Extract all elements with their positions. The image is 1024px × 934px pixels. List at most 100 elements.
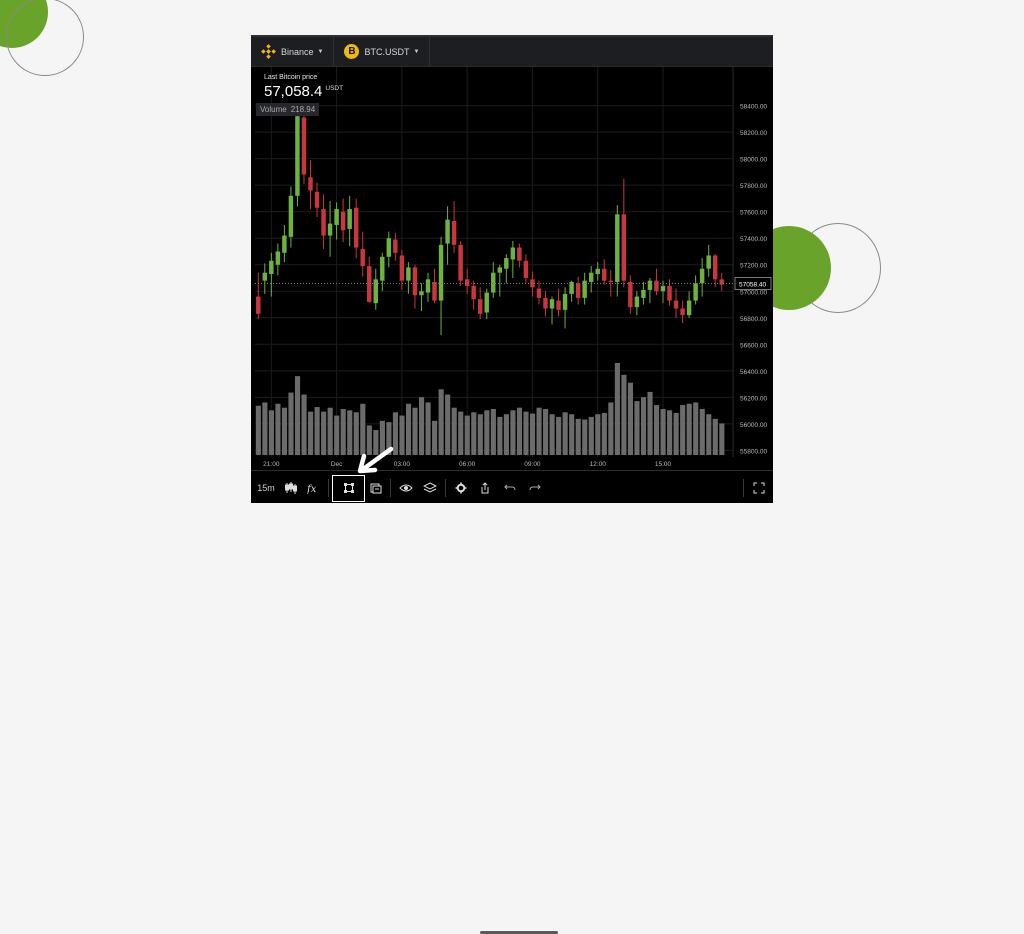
volume-bar xyxy=(686,403,692,455)
toolbar-divider xyxy=(445,479,446,497)
snapshot-button[interactable] xyxy=(365,476,387,500)
volume-bar xyxy=(321,411,327,455)
volume-bar xyxy=(288,392,294,455)
visibility-button[interactable] xyxy=(394,476,418,500)
chart-type-button[interactable] xyxy=(279,476,303,500)
volume-bar xyxy=(556,416,562,455)
candle-body xyxy=(314,191,320,208)
price-axis-label: 58400.00 xyxy=(740,104,767,111)
volume-bar xyxy=(673,412,679,455)
candle-body xyxy=(628,281,633,308)
volume-bar xyxy=(516,407,523,455)
candle-body xyxy=(282,235,287,253)
volume-bar xyxy=(653,405,660,455)
fullscreen-button[interactable] xyxy=(747,476,771,500)
candle-body xyxy=(647,280,653,290)
volume-bar xyxy=(503,414,509,455)
decorative-ring-topleft xyxy=(6,0,84,76)
candle-body xyxy=(373,279,378,304)
layers-button[interactable] xyxy=(418,476,442,500)
last-price-panel: Last Bitcoin price 57,058.4 USDT xyxy=(264,74,343,100)
candle-body xyxy=(262,272,268,281)
volume-bar xyxy=(497,416,503,455)
volume-bar xyxy=(614,363,620,455)
candle-body xyxy=(654,280,659,292)
candle-body xyxy=(680,308,685,316)
candle-body xyxy=(588,272,594,282)
price-axis-label: 57600.00 xyxy=(740,210,767,217)
candle-body xyxy=(269,260,274,275)
volume-badge: Volume 218.94 xyxy=(256,103,320,116)
time-axis-label: 21:00 xyxy=(263,461,280,468)
candle-body xyxy=(536,288,542,298)
candle-body xyxy=(530,279,535,288)
volume-bar xyxy=(510,410,516,455)
indicators-button[interactable]: ƒx xyxy=(303,476,325,500)
volume-bar xyxy=(549,414,555,455)
volume-bar xyxy=(471,412,477,455)
volume-bar xyxy=(281,407,288,455)
volume-bar xyxy=(634,401,640,455)
candle-body xyxy=(615,214,620,282)
volume-bar xyxy=(484,410,490,455)
last-price-label: Last Bitcoin price xyxy=(264,74,318,81)
candle-body xyxy=(549,299,555,309)
candle-body xyxy=(582,280,587,298)
layers-icon xyxy=(423,482,437,493)
snapshot-icon xyxy=(370,483,382,494)
volume-bar xyxy=(647,391,653,455)
price-axis-label: 57200.00 xyxy=(740,263,767,270)
volume-label: Volume xyxy=(260,105,287,114)
volume-bar xyxy=(314,407,320,455)
volume-value: 218.94 xyxy=(290,105,316,114)
volume-bar xyxy=(562,412,568,455)
volume-bar xyxy=(392,412,399,455)
volume-bar xyxy=(340,409,346,455)
candles-icon xyxy=(285,482,297,494)
volume-bar xyxy=(464,415,470,455)
candle-body xyxy=(673,300,679,309)
drawing-tool-button[interactable] xyxy=(332,474,365,502)
candle-body xyxy=(602,268,607,281)
candle-body xyxy=(438,244,444,301)
candle-body xyxy=(393,239,398,253)
eye-icon xyxy=(399,484,413,492)
candle-body xyxy=(295,116,300,196)
volume-bar xyxy=(660,409,666,455)
settings-button[interactable] xyxy=(449,476,473,500)
last-price-value: 57,058.4 xyxy=(264,83,323,100)
price-chart[interactable]: 58400.00 58200.00 58000.00 57800.00 57600.00… xyxy=(251,37,773,470)
candle-body xyxy=(634,296,640,308)
price-axis-label: 56600.00 xyxy=(740,342,767,349)
fx-indicator-icon: ƒx xyxy=(307,484,317,494)
volume-bar xyxy=(699,409,705,455)
volume-bar xyxy=(373,430,379,455)
volume-bar xyxy=(445,394,451,455)
candle-body xyxy=(621,214,627,281)
price-axis-label: 58000.00 xyxy=(740,157,767,164)
volume-bar xyxy=(627,382,634,455)
gear-icon xyxy=(455,482,467,494)
share-button[interactable] xyxy=(473,476,497,500)
volume-bar xyxy=(268,410,274,455)
undo-button[interactable] xyxy=(497,476,523,500)
volume-bar xyxy=(543,409,549,455)
volume-bar xyxy=(255,405,261,455)
svg-text:ƒx: ƒx xyxy=(307,484,317,494)
candle-body xyxy=(301,117,307,175)
volume-bar xyxy=(438,389,444,455)
redo-icon xyxy=(529,484,541,491)
candle-body xyxy=(288,195,294,237)
volume-bar xyxy=(353,412,359,455)
redo-button[interactable] xyxy=(523,476,547,500)
fullscreen-icon xyxy=(753,482,765,494)
time-axis-label: 06:00 xyxy=(459,461,476,468)
candle-body xyxy=(504,258,509,269)
drawing-tool-icon xyxy=(343,483,354,493)
interval-selector[interactable]: 15m xyxy=(253,476,279,500)
candle-body xyxy=(419,291,424,296)
volume-bar xyxy=(621,374,627,455)
volume-bar xyxy=(275,403,281,455)
volume-bar xyxy=(327,407,333,455)
price-axis-label: 55800.00 xyxy=(740,448,767,455)
